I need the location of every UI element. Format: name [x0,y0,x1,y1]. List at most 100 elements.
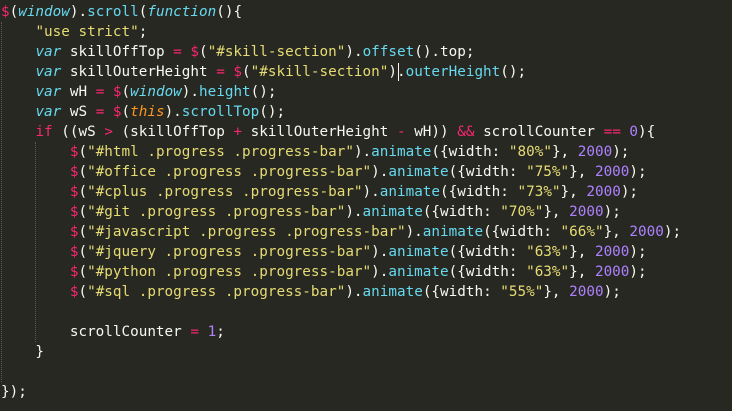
code-token: animate [362,284,423,300]
code-token: && [457,124,475,140]
code-token: 2000 [569,284,604,300]
code-token: 2000 [594,264,630,280]
code-token: "70%" [500,204,544,220]
code-token: (); [250,84,277,100]
code-token: ). [353,144,372,160]
code-token: "#html .progress .progress-bar" [87,144,354,160]
code-token: ().top; [414,44,475,60]
code-token: ; [138,24,148,40]
code-line[interactable]: var skillOffTop = $("#skill-section").of… [1,42,474,62]
code-token: "#office .progress .progress-bar" [87,164,372,180]
code-token: ((wS [52,124,105,140]
code-token: "#jquery .progress .progress-bar" [87,244,372,260]
code-line[interactable]: scrollCounter = 1; [1,322,225,342]
code-line[interactable]: $("#jquery .progress .progress-bar").ani… [1,242,647,262]
code-token: animate [388,244,449,260]
code-token: 2000 [569,204,604,220]
code-token: - [396,124,406,140]
code-token: ( [78,144,88,160]
code-token: "#cplus .progress .progress-bar" [87,184,363,200]
code-token: height [199,84,251,100]
code-token: }, [569,264,595,280]
code-token: "use strict" [35,24,139,40]
code-token: ; [216,324,225,340]
code-line[interactable]: $("#office .progress .progress-bar").ani… [1,162,647,182]
code-token: }, [603,224,630,240]
code-line[interactable]: if ((wS > (skillOffTop + skillOuterHeigh… [1,122,655,142]
code-line[interactable]: }); [1,382,27,402]
code-token: }, [551,144,578,160]
code-editor[interactable]: $(window).scroll(function(){ "use strict… [0,0,732,411]
code-token: > [104,124,113,140]
code-token: ({width: [448,264,527,280]
code-token: "#sql .progress .progress-bar" [87,284,346,300]
code-token: 1 [207,324,217,340]
code-token: ( [78,204,88,220]
code-token: ). [345,44,363,60]
code-token: skillOffTop [61,44,174,60]
code-token: var [35,44,62,60]
code-line[interactable]: var wS = $(this).scrollTop(); [1,102,285,122]
code-token: ( [199,44,208,60]
code-token: + [233,124,243,140]
code-token: ({width: [422,204,501,220]
code-token: if [35,124,53,140]
code-token: "55%" [500,284,544,300]
code-token: ( [78,264,88,280]
code-line[interactable]: var skillOuterHeight = $("#skill-section… [1,62,526,82]
code-token: animate [379,184,441,200]
code-line[interactable]: $("#sql .progress .progress-bar").animat… [1,282,621,302]
code-token: (); [500,64,527,80]
code-token: ( [78,244,88,260]
code-token: $ [112,104,122,120]
code-line[interactable]: $("#git .progress .progress-bar").animat… [1,202,621,222]
code-line[interactable]: $(window).scroll(function(){ [1,2,242,22]
code-token: }, [543,204,570,220]
code-line[interactable]: } [1,342,44,362]
code-token: 2000 [586,184,621,200]
code-token: $ [233,64,243,80]
code-token: ). [181,84,200,100]
code-token: "#skill-section" [250,64,389,80]
code-token: ({width: [440,184,518,200]
code-token: ({width: [448,164,527,180]
code-token: scrollCounter [474,124,604,140]
code-token: animate [388,164,449,180]
code-line[interactable]: "use strict"; [1,22,147,42]
code-token: ( [78,284,88,300]
code-token: ). [345,204,363,220]
code-line[interactable]: var wH = $(window).height(); [1,82,277,102]
code-line[interactable]: $("#python .progress .progress-bar").ani… [1,262,647,282]
code-token: $ [112,84,122,100]
code-token: = [173,44,182,60]
code-line[interactable]: $("#cplus .progress .progress-bar").anim… [1,182,638,202]
code-token: scrollTop [181,104,260,120]
code-token: "73%" [517,184,561,200]
code-token: function [147,4,217,20]
code-token: ); [629,164,647,180]
code-token: var [35,64,62,80]
code-token: ){ [638,124,656,140]
code-token: (); [259,104,286,120]
code-token: = [190,324,199,340]
code-token: ). [345,284,363,300]
code-line[interactable]: $("#javascript .progress .progress-bar")… [1,222,681,242]
code-token: "66%" [560,224,604,240]
code-token: var [35,104,62,120]
code-line[interactable]: $("#html .progress .progress-bar").anima… [1,142,630,162]
code-token: "63%" [526,264,570,280]
code-token: ( [78,224,88,240]
code-token: ( [78,184,88,200]
code-token: ). [371,164,389,180]
code-token: ). [371,264,389,280]
